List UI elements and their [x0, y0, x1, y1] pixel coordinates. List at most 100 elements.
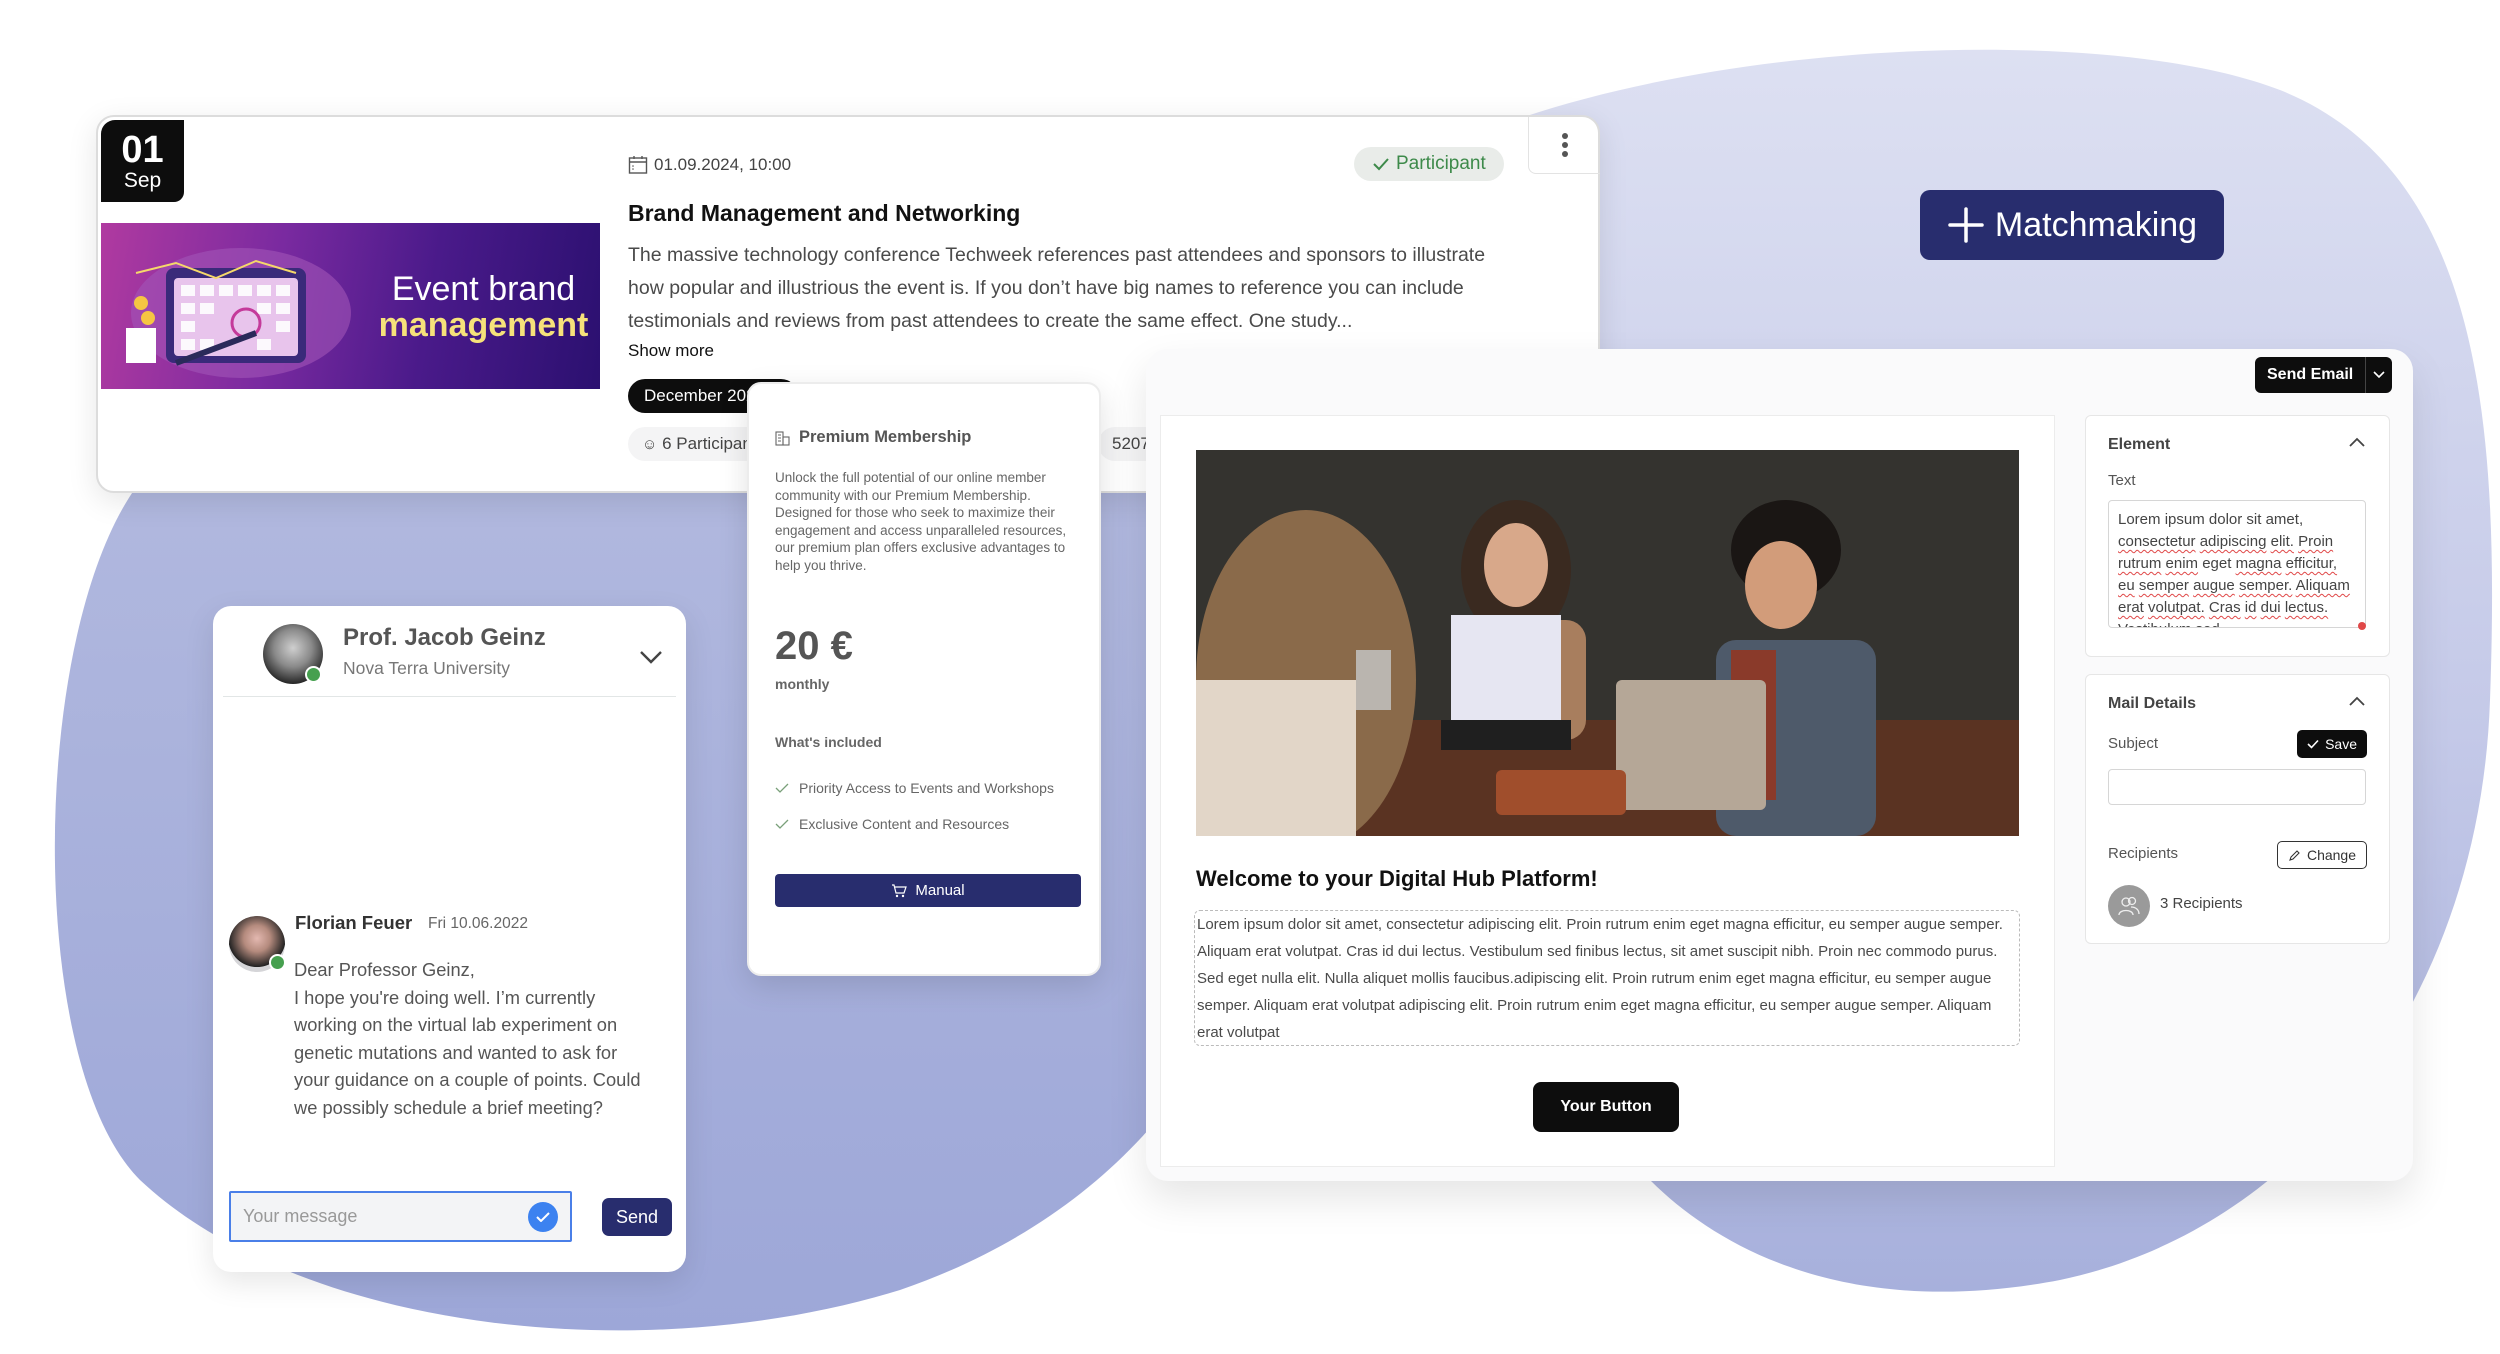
misspelled-word: eu	[2118, 577, 2135, 594]
misspelled-word: dui	[2260, 599, 2281, 616]
mail-details-title: Mail Details	[2108, 695, 2197, 712]
event-date-badge: 01 Sep	[101, 120, 184, 202]
matchmaking-button[interactable]: Matchmaking	[1920, 190, 2224, 260]
membership-title: Premium Membership	[775, 428, 971, 447]
check-icon	[1373, 158, 1389, 171]
send-email-button[interactable]: Send Email	[2255, 357, 2367, 393]
banner-line-2: management	[378, 306, 589, 344]
users-group-icon	[2118, 896, 2140, 916]
calendar-illustration-icon	[126, 248, 351, 378]
misspelled-word: Cras	[2208, 599, 2241, 616]
chevron-up-icon[interactable]	[2347, 434, 2367, 450]
misspelled-word: semper.	[2238, 577, 2293, 594]
check-icon	[775, 819, 789, 829]
word: amet,	[2265, 511, 2304, 528]
recipients-label: Recipients	[2108, 845, 2179, 862]
message-timestamp: Fri 10.06.2022	[428, 915, 528, 932]
chevron-up-icon[interactable]	[2347, 693, 2367, 709]
event-datetime-text: 01.09.2024, 10:00	[654, 155, 792, 174]
check-icon	[2307, 739, 2319, 749]
matchmaking-label: Matchmaking	[1994, 205, 2198, 244]
feature-label: Priority Access to Events and Workshops	[799, 780, 1054, 796]
grammar-check-icon[interactable]	[528, 1201, 558, 1232]
event-description: The massive technology conference Techwe…	[628, 244, 1486, 332]
send-email-split-button[interactable]: Send Email	[2255, 357, 2393, 393]
calendar-icon	[628, 156, 648, 174]
word: Lorem	[2118, 511, 2161, 528]
email-body-text-block[interactable]: Lorem ipsum dolor sit amet, consectetur …	[1194, 910, 2020, 1046]
participant-status-badge: Participant	[1354, 147, 1504, 181]
misspelled-word: lectus.	[2284, 599, 2329, 616]
send-email-dropdown-button[interactable]	[2366, 366, 2392, 384]
misspelled-word: Proin	[2298, 533, 2334, 550]
misspelled-word: efficitur,	[2285, 555, 2338, 572]
message-input[interactable]	[243, 1206, 528, 1227]
included-heading: What's included	[775, 734, 882, 750]
subject-label: Subject	[2108, 735, 2159, 752]
plus-icon	[1948, 207, 1984, 243]
event-datetime: 01.09.2024, 10:00	[628, 155, 791, 175]
message-input-field[interactable]	[229, 1191, 572, 1242]
email-welcome-heading[interactable]: Welcome to your Digital Hub Platform!	[1196, 866, 1598, 892]
save-subject-button[interactable]: Save	[2297, 730, 2367, 758]
misspelled-word: id	[2244, 599, 2257, 616]
change-recipients-button[interactable]: Change	[2276, 841, 2367, 869]
word: sit	[2246, 511, 2262, 528]
email-hero-image[interactable]	[1196, 450, 2019, 836]
recipients-count[interactable]: 3 Recipients	[2160, 895, 2243, 912]
chat-header-divider	[223, 696, 676, 697]
building-icon	[775, 430, 790, 446]
misspelled-word: Vestibulum	[2118, 621, 2191, 627]
event-date-day: 01	[121, 129, 164, 171]
chat-window: Prof. Jacob Geinz Nova Terra University …	[213, 606, 686, 1272]
message-body: Dear Professor Geinz, I hope you're doin…	[294, 956, 654, 1121]
element-text-area[interactable]: Lorem ipsum dolor sit amet, consectetur …	[2108, 500, 2366, 628]
membership-price: 20 €	[775, 624, 853, 668]
participants-icon: ☺	[642, 436, 658, 453]
premium-membership-card: Premium Membership Unlock the full poten…	[747, 382, 1101, 976]
membership-title-text: Premium Membership	[799, 428, 972, 446]
membership-description: Unlock the full potential of our online …	[775, 470, 1067, 573]
word: eget	[2202, 555, 2232, 572]
event-date-month: Sep	[123, 169, 162, 192]
chevron-down-icon[interactable]	[638, 648, 664, 666]
email-editor-window: Send Email Welcome to your Digital Hub P…	[1146, 349, 2413, 1181]
feature-label: Exclusive Content and Resources	[799, 816, 1010, 832]
misspelled-word: augue	[2193, 577, 2235, 594]
misspelled-word: magna	[2235, 555, 2282, 572]
chevron-down-icon	[2373, 371, 2385, 379]
resize-handle[interactable]	[2358, 622, 2366, 630]
word: dolor	[2208, 511, 2243, 528]
change-label: Change	[2306, 847, 2356, 863]
message-text: I hope you're doing well. I’m currently …	[294, 986, 641, 1118]
membership-manual-button[interactable]: Manual	[775, 874, 1081, 907]
banner-line-1: Event brand	[391, 270, 576, 308]
show-more-link[interactable]: Show more	[628, 341, 714, 361]
misspelled-word: rutrum	[2118, 555, 2162, 572]
message-greeting: Dear Professor Geinz,	[294, 959, 475, 980]
contact-name: Prof. Jacob Geinz	[343, 624, 546, 651]
more-vertical-icon	[1561, 133, 1568, 157]
save-label: Save	[2325, 736, 2357, 752]
misspelled-word: elit.	[2270, 533, 2294, 550]
recipients-avatar	[2108, 885, 2150, 927]
message-sender: Florian Feuer	[295, 912, 413, 933]
send-message-button[interactable]: Send	[602, 1198, 672, 1236]
people-with-laptops-photo	[1196, 450, 2019, 836]
cart-icon	[892, 883, 908, 897]
misspelled-word: Aliquam	[2295, 577, 2350, 594]
event-menu-button[interactable]	[1528, 117, 1600, 174]
email-canvas[interactable]: Welcome to your Digital Hub Platform! Lo…	[1160, 415, 2055, 1167]
misspelled-word: volutpat.	[2148, 599, 2205, 616]
email-cta-button[interactable]: Your Button	[1533, 1082, 1679, 1132]
participant-badge-label: Participant	[1396, 153, 1486, 174]
feature-item: Priority Access to Events and Workshops	[775, 780, 1054, 796]
subject-input[interactable]	[2108, 769, 2366, 805]
event-title[interactable]: Brand Management and Networking	[628, 200, 1020, 227]
misspelled-word: erat	[2118, 599, 2144, 616]
event-banner-title: Event brand management	[376, 271, 591, 343]
misspelled-word: consectetur	[2118, 533, 2196, 550]
online-status-dot	[305, 666, 322, 683]
event-banner-image: Event brand management	[101, 223, 600, 389]
misspelled-word: semper	[2138, 577, 2189, 594]
